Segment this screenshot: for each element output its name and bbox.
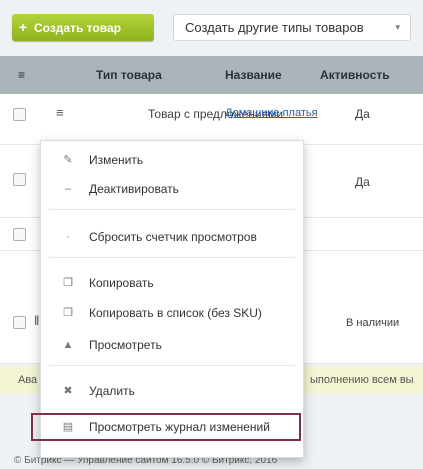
minus-icon: –: [64, 183, 72, 195]
menu-item-label: Копировать: [89, 276, 154, 290]
menu-item-copy[interactable]: ❐ Копировать: [41, 271, 303, 295]
delete-icon: ✖: [63, 385, 73, 397]
column-header-name[interactable]: Название: [225, 68, 282, 82]
create-product-label: Создать товар: [34, 21, 121, 35]
toolbar: + Создать товар Создать другие типы товар…: [0, 0, 423, 56]
reset-icon: ·: [66, 231, 70, 243]
row-checkbox[interactable]: [13, 108, 26, 121]
menu-item-label: Просмотреть журнал изменений: [89, 420, 270, 434]
menu-separator: [49, 365, 295, 366]
menu-item-label: Деактивировать: [89, 182, 179, 196]
menu-item-delete[interactable]: ✖ Удалить: [41, 379, 303, 403]
plus-icon: +: [18, 19, 28, 35]
edit-icon: ✎: [63, 154, 73, 166]
menu-item-label: Удалить: [89, 384, 135, 398]
menu-item-view-history[interactable]: ▤ Просмотреть журнал изменений: [31, 413, 301, 441]
menu-item-deactivate[interactable]: – Деактивировать: [41, 177, 303, 201]
cell-active: Да: [355, 107, 370, 121]
create-other-types-button[interactable]: Создать другие типы товаров ▾: [173, 14, 411, 41]
menu-item-edit[interactable]: ✎ Изменить: [41, 148, 303, 172]
history-icon: ▤: [62, 421, 74, 433]
notice-text-right: ыполнению всем вы: [310, 374, 414, 386]
row-checkbox[interactable]: [13, 316, 26, 329]
cell-active: Да: [355, 175, 370, 189]
table-row: ≡ Товар с предложениями Домашние платья …: [0, 94, 423, 145]
row-menu-icon[interactable]: ≡: [56, 105, 68, 120]
menu-item-view[interactable]: ▲ Просмотреть: [41, 333, 303, 357]
menu-item-copy-to-list[interactable]: ❐ Копировать в список (без SKU): [41, 301, 303, 325]
menu-item-label: Просмотреть: [89, 338, 162, 352]
grid-header: ≡ Тип товара Название Активность: [0, 56, 423, 94]
copy-list-icon: ❐: [63, 307, 73, 319]
column-header-active[interactable]: Активность: [320, 68, 390, 82]
copy-icon: ❐: [63, 277, 73, 289]
menu-separator: [49, 257, 295, 258]
menu-item-label: Изменить: [89, 153, 144, 167]
menu-item-label: Копировать в список (без SKU): [89, 306, 262, 320]
cell-status: В наличии: [346, 317, 400, 329]
view-icon: ▲: [62, 339, 74, 351]
menu-item-label: Сбросить счетчик просмотров: [89, 230, 257, 244]
context-menu: ✎ Изменить – Деактивировать · Сбросить с…: [31, 140, 304, 458]
notice-text-left: Ава: [18, 374, 38, 386]
header-settings-icon[interactable]: ≡: [18, 68, 25, 82]
cell-name[interactable]: Домашние платья: [225, 107, 318, 119]
menu-separator: [49, 209, 295, 210]
column-header-type[interactable]: Тип товара: [96, 68, 162, 82]
row-checkbox[interactable]: [13, 173, 26, 186]
create-product-button[interactable]: + Создать товар: [12, 14, 154, 41]
chevron-down-icon: ▾: [395, 22, 400, 32]
row-checkbox[interactable]: [13, 228, 26, 241]
create-other-types-label: Создать другие типы товаров: [185, 20, 364, 35]
menu-item-reset-views[interactable]: · Сбросить счетчик просмотров: [41, 225, 303, 249]
